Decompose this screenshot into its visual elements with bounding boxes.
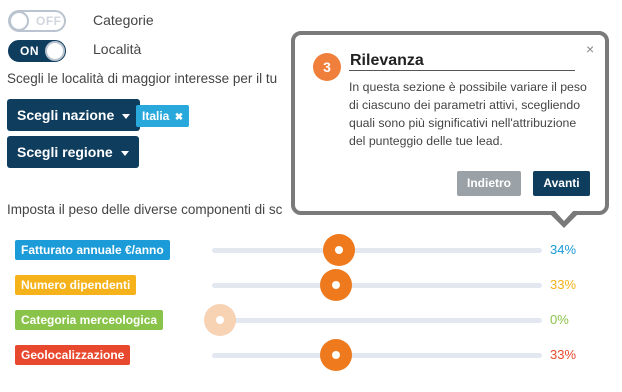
slider-handle[interactable] (319, 339, 352, 371)
choose-nation-label: Scegli nazione (17, 107, 115, 123)
toggle-knob (45, 41, 65, 61)
toggle-state-text: ON (20, 44, 39, 58)
categorie-label: Categorie (93, 12, 154, 28)
selected-nation-tag: Italia ✖ (136, 105, 190, 127)
popover-body: In questa sezione è possibile variare il… (349, 80, 587, 148)
slider-label: Fatturato annuale €/anno (15, 240, 170, 260)
toggle-knob (9, 11, 29, 31)
remove-tag-icon[interactable]: ✖ (175, 112, 183, 123)
slider-track[interactable] (212, 318, 542, 323)
handle-dot (331, 281, 340, 289)
toggle-state-text: OFF (36, 14, 62, 28)
slider-track[interactable] (212, 283, 542, 288)
slider-label: Categoria merceologica (15, 310, 164, 330)
choose-region-label: Scegli regione (17, 144, 113, 160)
slider-label: Numero dipendenti (15, 275, 137, 295)
handle-dot (216, 316, 224, 324)
slider-handle[interactable] (319, 269, 352, 301)
popover-arrow-fill (553, 209, 575, 221)
handle-dot (331, 351, 340, 359)
next-button[interactable]: Avanti (533, 171, 590, 196)
slider-track[interactable] (212, 353, 542, 358)
choose-nation-button[interactable]: Scegli nazione (7, 99, 141, 131)
slider-track[interactable] (212, 248, 542, 253)
slider-value: 33% (550, 277, 577, 292)
slider-value: 33% (550, 347, 577, 362)
slider-value: 34% (550, 242, 577, 257)
title-divider (349, 70, 575, 71)
step-badge: 3 (313, 53, 341, 81)
popover-title: Rilevanza (350, 52, 424, 69)
localita-label: Località (93, 41, 142, 57)
tag-label: Italia (142, 109, 170, 123)
categorie-toggle[interactable]: OFF (8, 10, 66, 32)
caret-down-icon (120, 150, 129, 156)
weights-text: Imposta il peso delle diverse componenti… (7, 202, 283, 217)
slider-handle[interactable] (323, 234, 355, 266)
caret-down-icon (122, 113, 131, 119)
close-icon[interactable]: × (586, 41, 594, 57)
localita-toggle[interactable]: ON (8, 40, 66, 62)
slider-handle[interactable] (204, 304, 236, 336)
slider-label: Geolocalizzazione (15, 345, 131, 365)
handle-dot (335, 246, 343, 254)
slider-value: 0% (550, 312, 569, 327)
intro-text: Scegli le località di maggior interesse … (7, 71, 278, 86)
choose-region-button[interactable]: Scegli regione (7, 136, 139, 168)
prev-button[interactable]: Indietro (457, 171, 521, 196)
